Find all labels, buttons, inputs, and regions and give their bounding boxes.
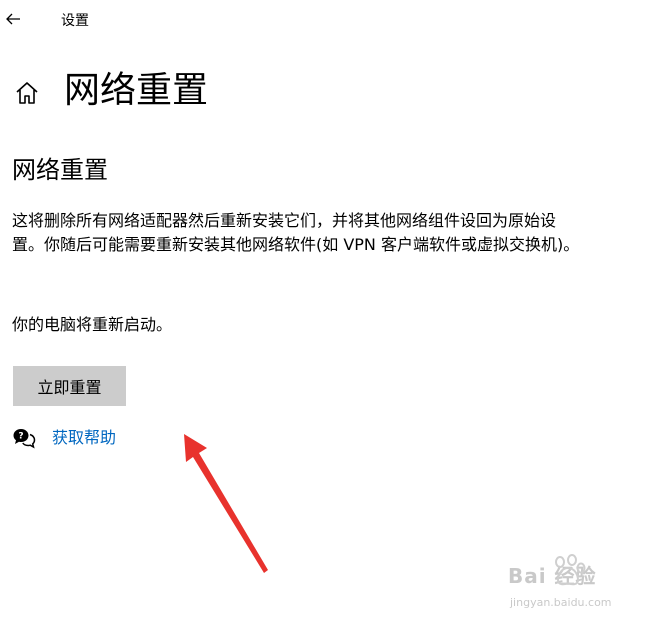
- page-title: 网络重置: [64, 70, 209, 111]
- back-arrow-icon: [6, 13, 20, 25]
- reset-now-button[interactable]: 立即重置: [13, 366, 126, 406]
- get-help-row[interactable]: ? 获取帮助: [12, 425, 116, 451]
- home-button[interactable]: [14, 80, 40, 106]
- restart-note: 你的电脑将重新启动。: [12, 315, 173, 334]
- section-title: 网络重置: [12, 156, 108, 184]
- paw-logo-icon: [555, 554, 586, 586]
- chat-help-icon: ?: [13, 429, 36, 449]
- app-title: 设置: [61, 13, 89, 29]
- watermark-url: jingyan.baidu.com: [510, 596, 612, 609]
- reset-description: 这将删除所有网络适配器然后重新安装它们，并将其他网络组件设回为原始设置。你随后可…: [12, 211, 580, 254]
- home-icon: [16, 82, 38, 104]
- back-button[interactable]: [2, 8, 24, 30]
- svg-text:?: ?: [18, 432, 23, 442]
- baidu-jingyan-watermark: Bai 经验 jingyan.baidu.com: [508, 552, 658, 622]
- get-help-link[interactable]: 获取帮助: [52, 426, 116, 450]
- title-bar: 设置: [0, 0, 663, 42]
